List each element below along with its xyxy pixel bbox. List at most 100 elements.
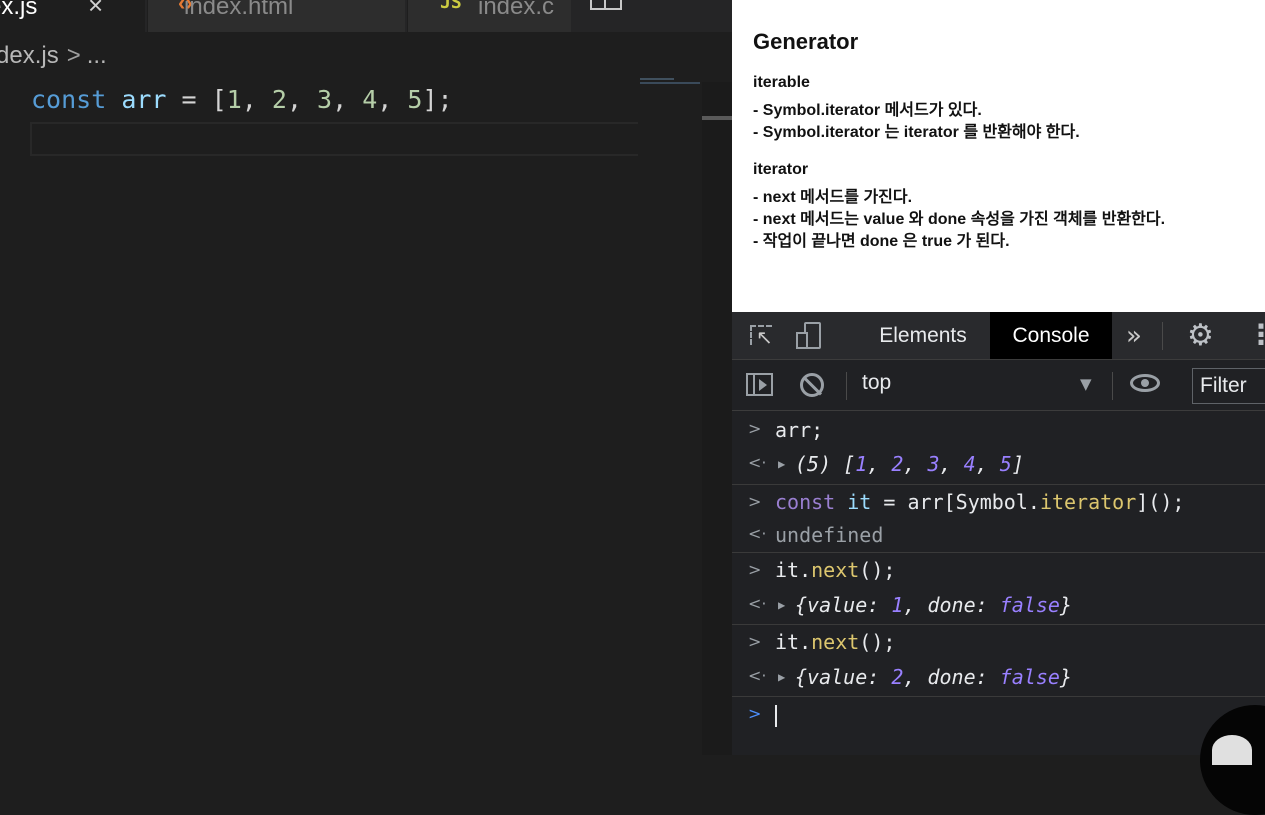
breadcrumb[interactable]: dex.js >... [0,42,107,70]
console-output-text: {value: 1, done: false} [795,593,1072,617]
current-line-highlight[interactable] [30,122,638,156]
page-text-line: - 작업이 끝나면 done 은 true 가 된다. [753,233,1010,250]
console-input-text: it.next(); [775,630,895,654]
tab-console[interactable]: Console [990,312,1112,359]
tab-index-js-2[interactable]: JS index.c [407,0,571,32]
tab-index-js[interactable]: ex.js × [0,0,145,32]
dropdown-arrow-icon: ▼ [1080,375,1092,393]
browser-page: Generator iterable - Symbol.iterator 메서드… [732,0,1265,312]
close-icon[interactable]: × [88,0,103,21]
page-text-line: - Symbol.iterator 메서드가 있다. [753,102,982,119]
code-keyword: const [775,490,836,514]
code-number: 2 [271,85,287,114]
console-output-row[interactable]: <· ▶ {value: 1, done: false} [732,587,1265,625]
console-toolbar: top ▼ Filter [732,360,1265,411]
array-item: 3 [927,452,940,476]
editor-tab-bar: ex.js × ‹› index.html JS index.c [0,0,732,32]
breadcrumb-more[interactable]: ... [87,42,107,69]
code-object: it. [775,558,812,582]
code-comma: , [241,85,272,114]
clear-console-icon[interactable] [800,373,824,397]
page-text-line: - next 메서드를 가진다. [753,189,913,206]
prompt-arrow-icon: > [748,492,762,511]
expand-triangle-icon[interactable]: ▶ [778,670,785,684]
console-input-row[interactable]: > arr; [732,411,1265,447]
console-prompt-row[interactable]: > [732,697,1265,737]
code-number: 1 [226,85,242,114]
chevron-right-icon: > [66,42,81,69]
page-text-line: - next 메서드는 value 와 done 속성을 가진 객체를 반환한다… [753,211,1166,228]
console-input-row[interactable]: > it.next(); [732,553,1265,587]
console-output-row[interactable]: <· ▶ {value: 2, done: false} [732,659,1265,697]
tab-label: index.html [184,0,294,20]
live-expression-eye-icon[interactable] [1130,374,1160,392]
tab-label: ex.js [0,0,38,20]
page-text-line: iterable [753,74,810,91]
context-value: top [862,371,892,394]
array-sep: , [867,452,892,476]
console-output-row[interactable]: <· undefined [732,519,1265,553]
object-done: false [999,665,1060,689]
console-input-row[interactable]: > it.next(); [732,625,1265,659]
array-item: 2 [891,452,904,476]
result-arrow-icon: <· [748,666,767,685]
console-output-text: undefined [775,523,884,547]
toolbar-divider [1162,322,1163,350]
page-title: Generator [753,29,859,54]
console-input-text: const it = arr[Symbol.iterator](); [775,490,1184,514]
code-operator: = [166,85,212,114]
array-close: ] [1011,452,1024,476]
inspect-element-icon[interactable] [750,325,773,349]
split-editor-icon[interactable] [590,0,622,10]
device-toggle-icon[interactable] [796,322,822,350]
page-text-line: - Symbol.iterator 는 iterator 를 반환해야 한다. [753,124,1080,141]
console-input-row[interactable]: > const it = arr[Symbol.iterator](); [732,485,1265,519]
text-cursor [775,705,777,727]
object-done: false [999,593,1060,617]
console-output-text: (5) [1, 2, 3, 4, 5] [795,452,1024,476]
sidebar-toggle-icon[interactable] [746,373,773,396]
array-item: 5 [999,452,1012,476]
code-property: iterator [1039,490,1137,514]
context-selector[interactable]: top ▼ [846,360,1100,410]
expand-triangle-icon[interactable]: ▶ [778,457,785,471]
prompt-arrow-icon: > [748,560,762,579]
prompt-arrow-icon: > [748,704,762,723]
expand-triangle-icon[interactable]: ▶ [778,598,785,612]
devtools-toolbar: Elements Console » ⚙ ⋮ [732,312,1265,360]
object-close: } [1059,665,1072,689]
console-input-text: it.next(); [775,558,895,582]
kebab-menu-icon[interactable]: ⋮ [1247,318,1265,351]
breadcrumb-file[interactable]: dex.js [0,42,59,69]
code-method: next [811,630,860,654]
code-text: ](); [1136,490,1185,514]
console-log[interactable]: > arr; <· ▶ (5) [1, 2, 3, 4, 5] > const … [732,411,1265,755]
code-keyword: const [31,85,107,114]
code-number: 5 [407,85,423,114]
code-editor[interactable]: ex.js × ‹› index.html JS index.c dex.js >… [0,0,732,755]
result-arrow-icon: <· [748,524,767,543]
array-prefix: (5) [ [795,452,856,476]
code-variable: arr [121,85,167,114]
tab-index-html[interactable]: ‹› index.html [147,0,405,32]
tab-elements[interactable]: Elements [860,312,986,359]
minimap-line [640,82,700,84]
code-line-1[interactable]: const arr = [1, 2, 3, 4, 5]; [31,85,453,114]
editor-scrollbar[interactable] [702,82,732,755]
console-output-text: {value: 2, done: false} [795,665,1072,689]
array-item: 1 [855,452,868,476]
editor-scrollbar-thumb[interactable] [702,116,732,120]
object-value: 1 [891,593,904,617]
prompt-arrow-icon: > [748,632,762,651]
js-file-icon: JS [440,0,462,13]
code-comma: , [286,85,318,114]
console-output-row[interactable]: <· ▶ (5) [1, 2, 3, 4, 5] [732,447,1265,485]
more-tabs-icon[interactable]: » [1126,321,1142,351]
object-mid: , done: [903,665,1000,689]
console-input-text: arr; [775,418,824,442]
page-text-line: iterator [753,161,809,178]
object-mid: , done: [903,593,1000,617]
filter-input[interactable]: Filter [1192,368,1265,404]
gear-icon[interactable]: ⚙ [1187,318,1214,353]
